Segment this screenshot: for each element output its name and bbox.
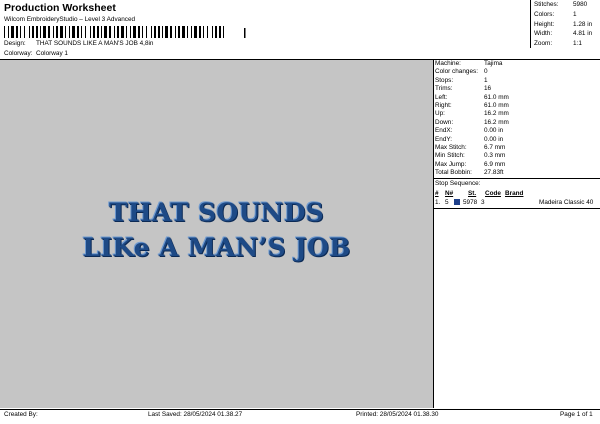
panel-divider [433, 60, 434, 408]
stats-box: Stitches: 5980 Colors: 1 Height: 1.28 in Wi… [530, 0, 600, 48]
stat-height: Height: 1.28 in [534, 20, 593, 28]
stop-row-divider [433, 207, 600, 209]
footer-divider [0, 409, 600, 410]
col-num: # [435, 189, 439, 197]
thread-swatch [454, 199, 460, 206]
info-trims: Trims: 16 [435, 85, 492, 93]
stop-sequence-header: # N# St. Code Brand [435, 189, 600, 198]
created-by: Created By: [4, 411, 38, 418]
design-text-line-1: THAT SOUNDS [108, 198, 325, 227]
col-brand: Brand [505, 189, 524, 197]
stop-n: 5 [445, 198, 449, 206]
info-endx: EndX: 0.00 in [435, 127, 504, 135]
design-text-line-2: LIKe A MAN’S JOB [82, 233, 351, 262]
design-preview: THAT SOUNDS LIKe A MAN’S JOB [0, 60, 433, 408]
col-st: St. [468, 189, 477, 197]
colorway-name: Colorway 1 [36, 50, 68, 57]
stop-stitches: 5978 [463, 198, 478, 206]
page-title: Production Worksheet [4, 2, 116, 14]
design-row: Design: THAT SOUNDS LIKE A MAN'S JOB 4,8i… [4, 40, 153, 47]
table-row: 1. 5 5978 3 Madeira Classic 40 [435, 198, 600, 207]
col-code: Code [485, 189, 501, 197]
info-color-changes: Color changes: 0 [435, 68, 488, 76]
last-saved: Last Saved: 28/05/2024 01.38.27 [148, 411, 243, 418]
software-name: Wilcom EmbroideryStudio – Level 3 Advanc… [4, 16, 136, 23]
stat-zoom: Zoom: 1:1 [534, 40, 582, 48]
info-min-stitch: Min Stitch: 0.3 mm [435, 152, 506, 160]
info-left: Left: 61.0 mm [435, 93, 509, 101]
barcode [4, 26, 246, 38]
info-total-bobbin: Total Bobbin: 27.83ft [435, 169, 504, 177]
design-name: THAT SOUNDS LIKE A MAN'S JOB 4,8in [36, 40, 154, 47]
printed-date: Printed: 28/05/2024 01.38.30 [356, 411, 439, 418]
stop-sequence-title: Stop Sequence: [435, 180, 481, 188]
colorway-label: Colorway: [4, 50, 33, 57]
design-label: Design: [4, 40, 26, 47]
info-down: Down: 16.2 mm [435, 118, 509, 126]
stat-width: Width: 4.81 in [534, 30, 593, 38]
info-up: Up: 16.2 mm [435, 110, 509, 118]
stop-code: 3 [481, 198, 485, 206]
stat-stitches: Stitches: 5980 [534, 1, 588, 8]
info-stops: Stops: 1 [435, 76, 488, 84]
info-endy: EndY: 0.00 in [435, 135, 504, 143]
stop-brand: Madeira Classic 40 [539, 198, 594, 206]
page-number: Page 1 of 1 [560, 411, 593, 418]
info-right: Right: 61.0 mm [435, 101, 509, 109]
stop-num: 1. [435, 198, 441, 206]
info-max-stitch: Max Stitch: 6.7 mm [435, 143, 506, 151]
info-machine: Machine: Tajima [435, 60, 503, 67]
col-n: N# [445, 189, 454, 197]
machine-info-panel: Machine: Tajima Color changes: 0 Stops: 1 T… [433, 60, 600, 210]
stop-sequence-divider [433, 178, 600, 180]
info-max-jump: Max Jump: 6.9 mm [435, 160, 506, 168]
stat-colors: Colors: 1 [534, 10, 577, 18]
colorway-row: Colorway: Colorway 1 [4, 50, 68, 57]
